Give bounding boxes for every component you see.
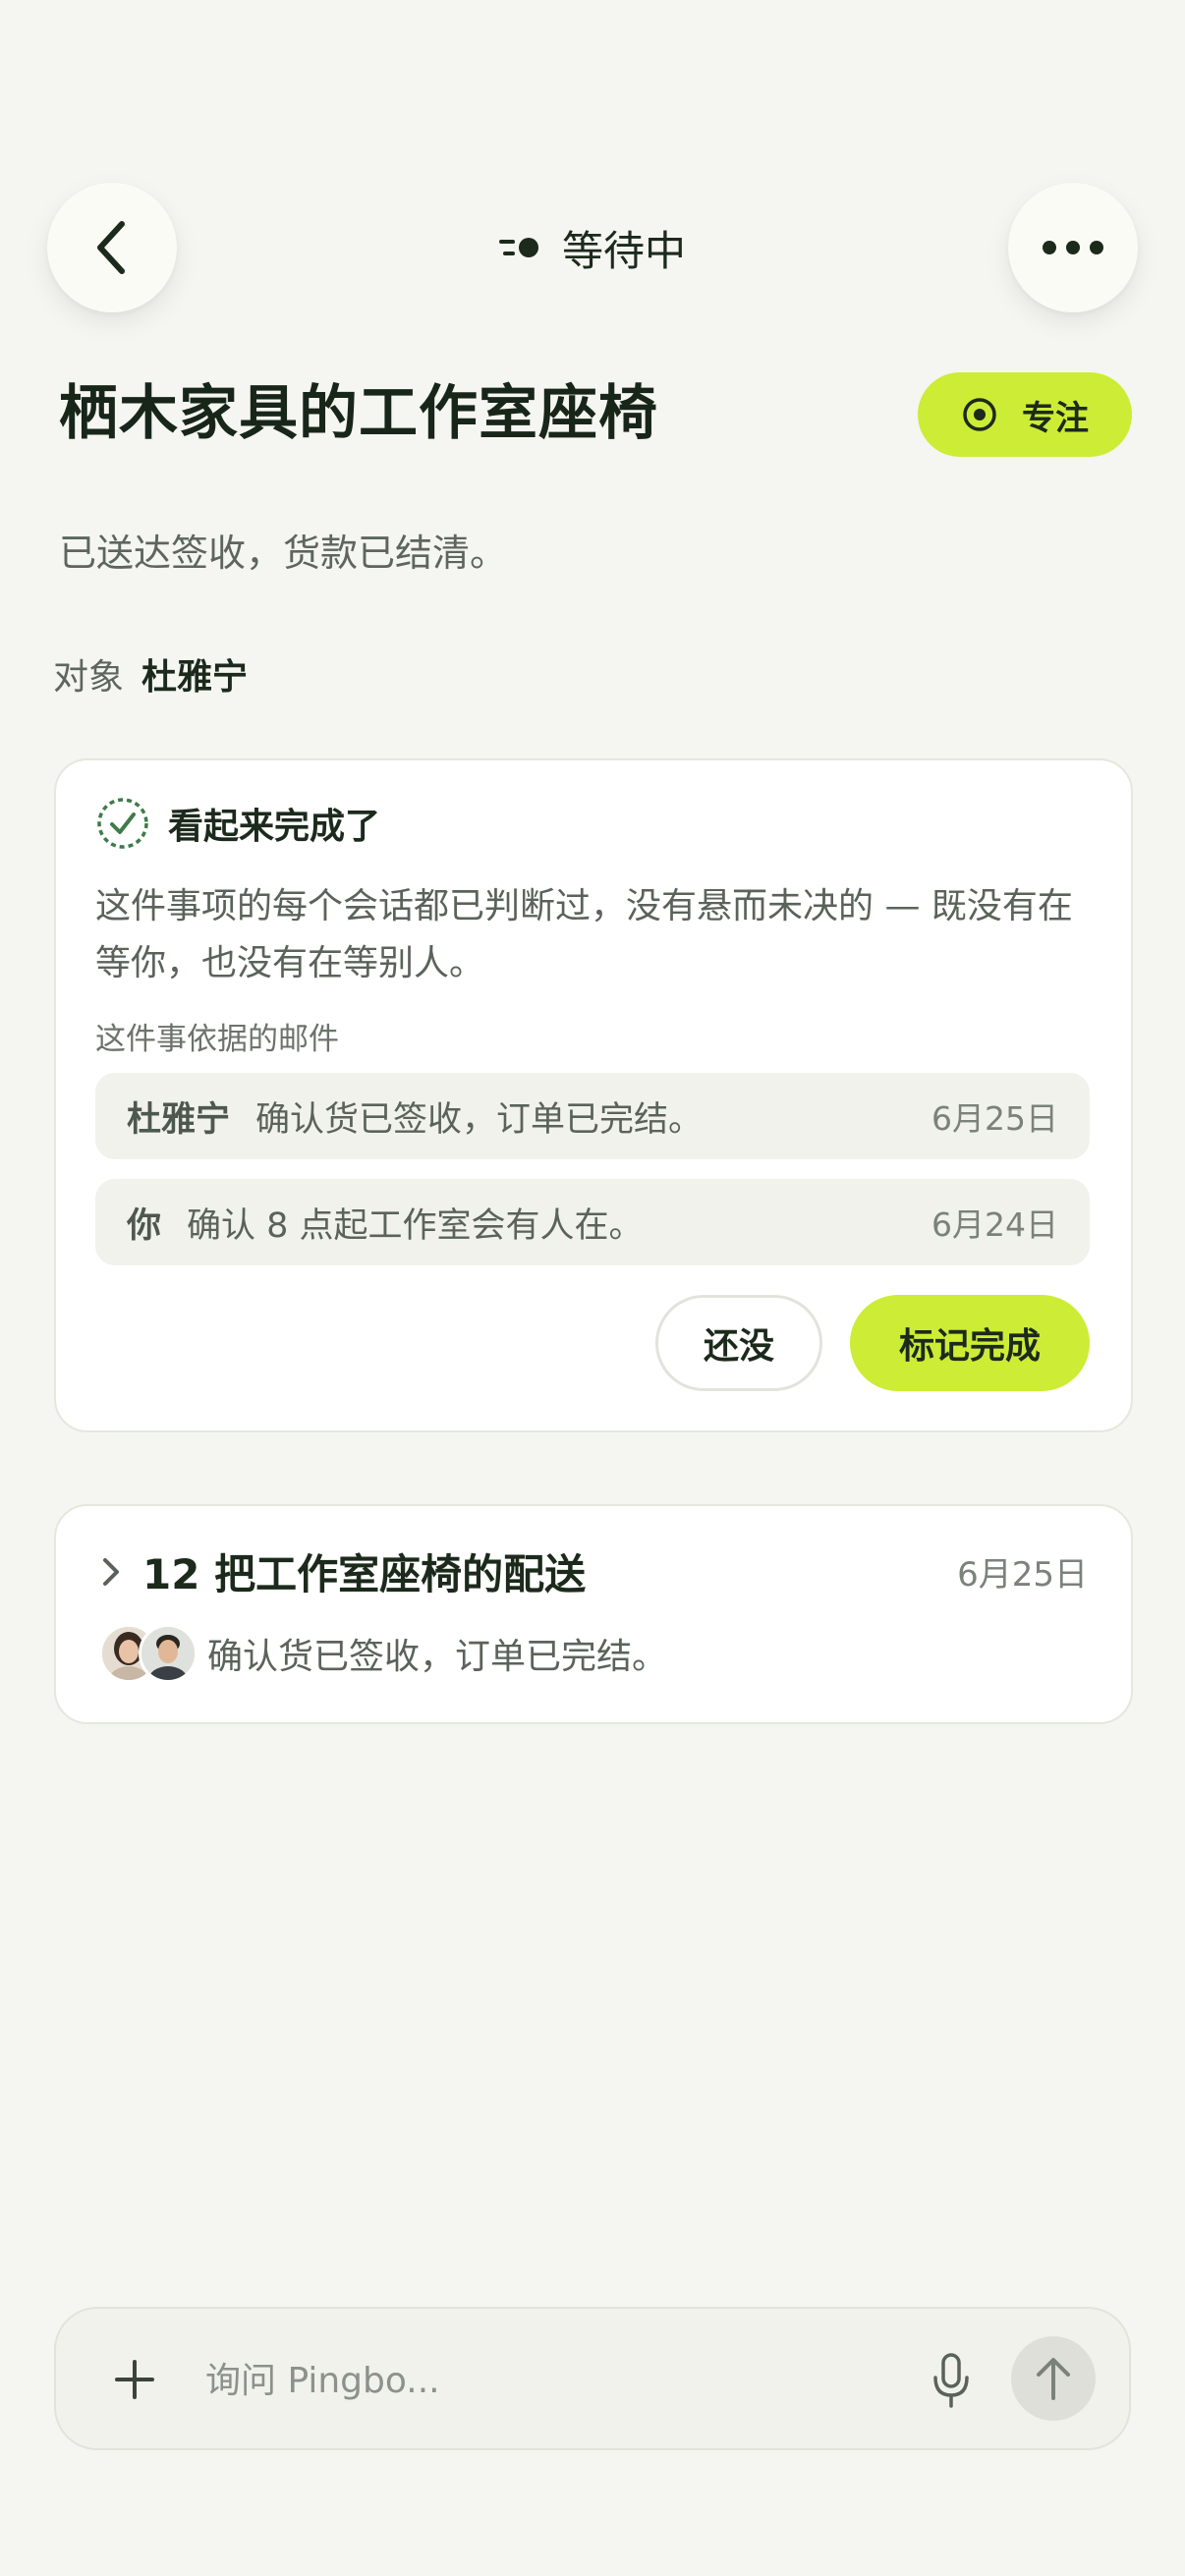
completion-card-header: 看起来完成了 xyxy=(95,796,380,851)
evidence-email-row[interactable]: 杜雅宁 确认货已签收，订单已完结。 6月25日 xyxy=(95,1073,1090,1159)
more-options-button[interactable] xyxy=(1008,183,1138,312)
completion-card-title: 看起来完成了 xyxy=(168,807,381,847)
microphone-icon xyxy=(933,2353,969,2408)
more-horizontal-icon xyxy=(1043,241,1103,254)
thread-title: 12 把工作室座椅的配送 xyxy=(142,1550,587,1598)
completion-card-description: 这件事项的每个会话都已判断过，没有悬而未决的 — 既没有在等你，也没有在等别人。 xyxy=(95,886,1073,983)
email-date: 6月25日 xyxy=(931,1099,1058,1138)
voice-input-button[interactable] xyxy=(917,2346,986,2415)
email-snippet: 确认 8 点起工作室会有人在。 xyxy=(187,1205,644,1246)
subject-row: 对象 杜雅宁 xyxy=(53,648,248,700)
thread-card[interactable]: 12 把工作室座椅的配送 6月25日 确认货已签收，订单已完结。 xyxy=(54,1504,1133,1724)
thread-header: 12 把工作室座椅的配送 6月25日 xyxy=(99,1541,1088,1601)
email-sender: 你 xyxy=(127,1205,162,1246)
ask-input[interactable] xyxy=(203,2344,915,2417)
completion-suggestion-card: 看起来完成了 这件事项的每个会话都已判断过，没有悬而未决的 — 既没有在等你，也… xyxy=(54,758,1133,1432)
matter-summary: 已送达签收，货款已结清。 xyxy=(59,532,508,575)
thread-preview: 确认货已签收，订单已完结。 xyxy=(99,1624,667,1683)
chevron-left-icon xyxy=(97,221,125,274)
add-attachment-button[interactable] xyxy=(105,2350,164,2409)
thread-snippet: 确认货已签收，订单已完结。 xyxy=(207,1637,668,1677)
dashed-check-circle-icon xyxy=(97,798,148,849)
waiting-dots-icon xyxy=(498,238,538,257)
status-label: 等待中 xyxy=(561,226,686,275)
focus-button[interactable]: 专注 xyxy=(918,372,1132,457)
email-sender: 杜雅宁 xyxy=(127,1099,231,1140)
avatar xyxy=(139,1624,198,1683)
arrow-up-icon xyxy=(1037,2358,1070,2400)
status-indicator: 等待中 xyxy=(432,212,753,283)
page-title: 栖木家具的工作室座椅 xyxy=(59,379,658,448)
subject-value[interactable]: 杜雅宁 xyxy=(141,648,248,700)
plus-icon xyxy=(115,2360,154,2399)
email-snippet: 确认货已签收，订单已完结。 xyxy=(255,1099,704,1140)
mark-done-button[interactable]: 标记完成 xyxy=(850,1295,1090,1391)
not-yet-button[interactable]: 还没 xyxy=(655,1295,822,1391)
focus-label: 专注 xyxy=(1022,398,1089,438)
participant-avatars xyxy=(99,1624,198,1683)
email-date: 6月24日 xyxy=(931,1205,1058,1244)
subject-label: 对象 xyxy=(53,657,125,698)
evidence-email-row[interactable]: 你 确认 8 点起工作室会有人在。 6月24日 xyxy=(95,1179,1090,1265)
chevron-right-icon[interactable] xyxy=(99,1554,123,1590)
thread-date: 6月25日 xyxy=(957,1555,1088,1595)
send-button[interactable] xyxy=(1011,2336,1096,2421)
back-button[interactable] xyxy=(47,183,177,312)
target-icon xyxy=(963,398,996,431)
evidence-label: 这件事依据的邮件 xyxy=(95,1022,339,1057)
composer-bar xyxy=(54,2307,1131,2450)
